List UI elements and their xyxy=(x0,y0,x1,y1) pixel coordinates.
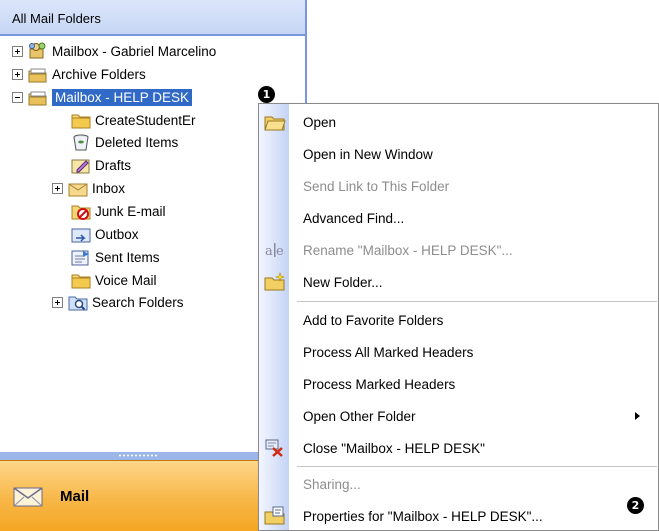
folder-stack-icon xyxy=(28,65,48,83)
tree-item-label: Mailbox - Gabriel Marcelino xyxy=(52,43,217,59)
folder-context-menu: Open Open in New Window Send Link to Thi… xyxy=(258,103,659,531)
folder-icon xyxy=(71,111,91,129)
menu-item-add-favorites[interactable]: Add to Favorite Folders xyxy=(259,304,658,336)
junk-email-icon xyxy=(71,202,91,220)
deleted-items-icon xyxy=(71,133,91,151)
svg-text:e: e xyxy=(276,244,284,259)
tree-item-label: Search Folders xyxy=(92,294,184,310)
folder-stack-icon xyxy=(28,88,48,106)
menu-item-label: Process Marked Headers xyxy=(303,376,456,392)
menu-item-open[interactable]: Open xyxy=(259,106,658,138)
menu-item-label: Open xyxy=(303,114,337,130)
tree-item-label: Deleted Items xyxy=(95,134,179,150)
tree-item-label: Junk E-mail xyxy=(95,203,166,219)
svg-text:a: a xyxy=(265,244,273,259)
menu-item-process-all-headers[interactable]: Process All Marked Headers xyxy=(259,336,658,368)
tree-item-junk-email[interactable]: Junk E-mail xyxy=(71,200,166,222)
sent-items-icon xyxy=(71,248,91,266)
menu-item-new-folder[interactable]: New Folder... xyxy=(259,266,658,298)
tree-item-deleted-items[interactable]: Deleted Items xyxy=(71,131,178,153)
inbox-icon xyxy=(68,179,88,197)
tree-item-label: Inbox xyxy=(92,180,126,196)
search-folder-icon xyxy=(68,293,88,311)
tree-item-label: Archive Folders xyxy=(52,66,146,82)
tree-item-voice-mail[interactable]: Voice Mail xyxy=(71,269,157,291)
tree-item-archive-folders[interactable]: Archive Folders xyxy=(12,63,146,85)
outbox-icon xyxy=(71,225,91,243)
tree-item-label: CreateStudentEr xyxy=(95,112,196,128)
folder-icon xyxy=(71,271,91,289)
menu-item-label: Open in New Window xyxy=(303,146,433,162)
menu-item-properties[interactable]: Properties for "Mailbox - HELP DESK"... xyxy=(259,500,658,531)
menu-item-advanced-find[interactable]: Advanced Find... xyxy=(259,202,658,234)
tree-item-label: Outbox xyxy=(95,226,139,242)
tree-item-sent-items[interactable]: Sent Items xyxy=(71,246,160,268)
menu-item-send-link[interactable]: Send Link to This Folder xyxy=(259,170,658,202)
tree-item-mailbox-help-desk[interactable]: Mailbox - HELP DESK xyxy=(12,86,193,108)
menu-item-label: Process All Marked Headers xyxy=(303,344,474,360)
grip-dots xyxy=(118,454,158,457)
menu-item-label: Sharing... xyxy=(303,476,361,492)
tree-item-search-folders[interactable]: Search Folders xyxy=(52,291,184,313)
submenu-arrow-icon xyxy=(635,412,640,420)
expand-icon[interactable] xyxy=(52,296,63,308)
menu-item-label: Rename "Mailbox - HELP DESK"... xyxy=(303,242,513,258)
nav-pane-header: All Mail Folders xyxy=(0,0,305,36)
mail-envelope-icon xyxy=(12,483,46,509)
menu-item-label: Properties for "Mailbox - HELP DESK"... xyxy=(303,508,543,524)
tree-item-drafts[interactable]: Drafts xyxy=(71,154,131,176)
collapse-icon[interactable] xyxy=(12,91,23,103)
menu-separator xyxy=(297,466,657,467)
menu-item-sharing[interactable]: Sharing... xyxy=(259,468,658,500)
tree-item-outbox[interactable]: Outbox xyxy=(71,223,139,245)
callout-badge-1: 1 xyxy=(258,86,275,103)
mail-nav-label: Mail xyxy=(60,487,90,505)
tree-item-label: Mailbox - HELP DESK xyxy=(52,88,193,106)
menu-item-label: New Folder... xyxy=(303,274,383,290)
tree-item-label: Drafts xyxy=(95,157,132,173)
menu-item-label: Send Link to This Folder xyxy=(303,178,450,194)
menu-item-close-mailbox[interactable]: Close "Mailbox - HELP DESK" xyxy=(259,432,658,464)
new-folder-icon xyxy=(264,272,286,292)
menu-item-label: Add to Favorite Folders xyxy=(303,312,444,328)
rename-icon: ae xyxy=(264,240,286,260)
menu-item-process-marked-headers[interactable]: Process Marked Headers xyxy=(259,368,658,400)
menu-item-open-new-window[interactable]: Open in New Window xyxy=(259,138,658,170)
properties-icon xyxy=(264,506,286,526)
tree-item-mailbox-gabriel[interactable]: Mailbox - Gabriel Marcelino xyxy=(12,40,216,62)
drafts-icon xyxy=(71,156,91,174)
mailbox-icon xyxy=(28,42,48,60)
menu-item-rename[interactable]: ae Rename "Mailbox - HELP DESK"... xyxy=(259,234,658,266)
tree-item-inbox[interactable]: Inbox xyxy=(52,177,125,199)
menu-item-label: Close "Mailbox - HELP DESK" xyxy=(303,440,485,456)
menu-separator xyxy=(297,301,657,302)
menu-item-label: Open Other Folder xyxy=(303,408,416,424)
tree-item-label: Voice Mail xyxy=(95,272,157,288)
callout-badge-2: 2 xyxy=(627,497,644,514)
menu-item-open-other-folder[interactable]: Open Other Folder xyxy=(259,400,658,432)
open-folder-icon xyxy=(264,112,286,132)
tree-item-label: Sent Items xyxy=(95,249,160,265)
expand-icon[interactable] xyxy=(52,182,63,194)
expand-icon[interactable] xyxy=(12,68,23,80)
menu-item-label: Advanced Find... xyxy=(303,210,405,226)
close-mailbox-icon xyxy=(264,438,286,458)
tree-item-createstudent[interactable]: CreateStudentEr xyxy=(71,109,196,131)
expand-icon[interactable] xyxy=(12,45,23,57)
